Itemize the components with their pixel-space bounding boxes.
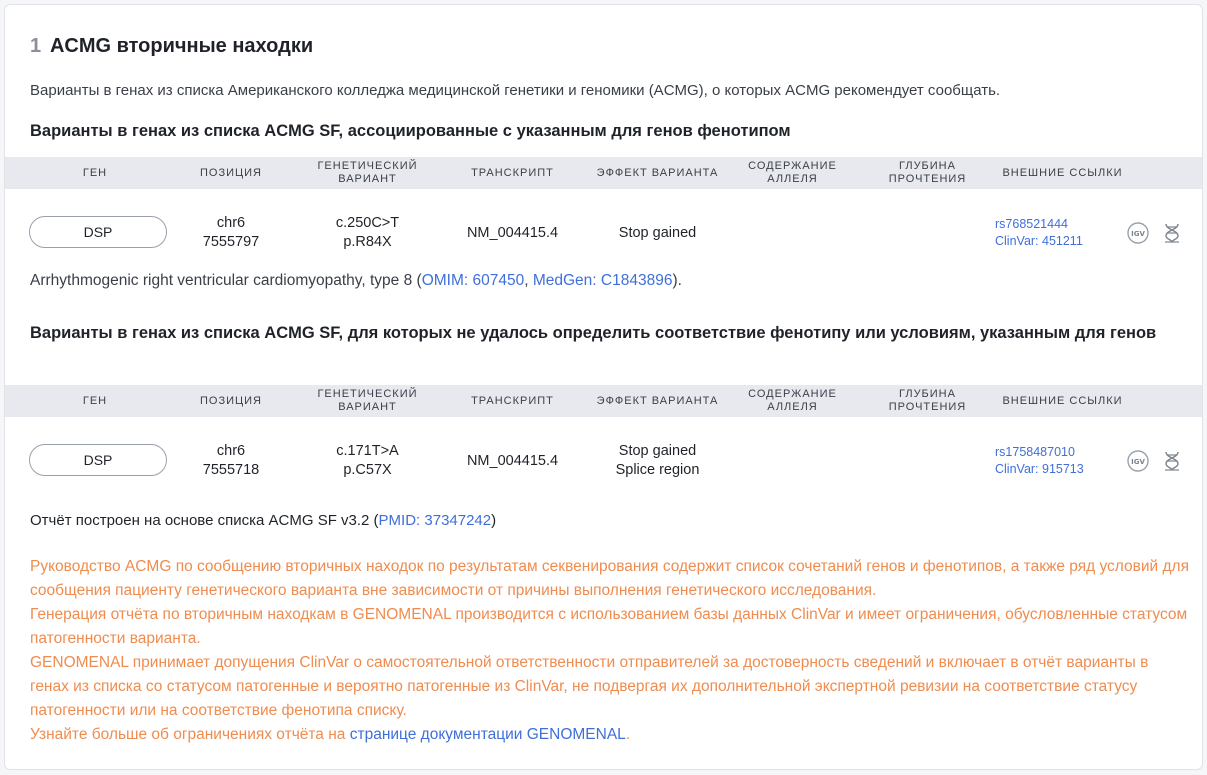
rs-link[interactable]: rs1758487010 bbox=[995, 444, 1084, 461]
report-source: Отчёт построен на основе списка ACMG SF … bbox=[30, 512, 496, 529]
section-title-text: ACMG вторичные находки bbox=[49, 35, 314, 57]
col-depth: ГЛУБИНА ПРОЧТЕНИЯ bbox=[888, 388, 967, 413]
col-gene: ГЕН bbox=[82, 394, 108, 407]
transcript-cell: NM_004415.4 bbox=[466, 452, 559, 469]
effect-2: Splice region bbox=[615, 462, 700, 478]
external-links: rs768521444 ClinVar: 451211 bbox=[995, 216, 1083, 250]
table1-heading: Варианты в генах из списка ACMG SF, ассо… bbox=[30, 122, 791, 140]
table2-header: ГЕН ПОЗИЦИЯ ГЕНЕТИЧЕСКИЙ ВАРИАНТ ТРАНСКР… bbox=[5, 385, 1202, 417]
position-chr: chr6 bbox=[216, 443, 246, 459]
variant-cell: c.171T>A p.C57X bbox=[305, 431, 430, 491]
variant-p: p.C57X bbox=[343, 462, 392, 478]
variant-c: c.171T>A bbox=[336, 443, 399, 459]
svg-text:IGV: IGV bbox=[1131, 458, 1145, 466]
col-links: ВНЕШНИЕ ССЫЛКИ bbox=[1002, 166, 1123, 179]
variant-p: p.R84X bbox=[343, 234, 392, 250]
col-links: ВНЕШНИЕ ССЫЛКИ bbox=[1002, 394, 1123, 407]
col-transcript: ТРАНСКРИПТ bbox=[471, 166, 554, 179]
position-chr: chr6 bbox=[216, 215, 246, 231]
col-effect: ЭФФЕКТ ВАРИАНТА bbox=[596, 394, 719, 407]
svg-text:IGV: IGV bbox=[1131, 230, 1145, 238]
position-cell: chr6 7555797 bbox=[181, 203, 281, 263]
note-paragraph: GENOMENAL принимает допущения ClinVar о … bbox=[30, 654, 1149, 719]
transcript-cell: NM_004415.4 bbox=[466, 224, 559, 241]
phenotype-end: ). bbox=[672, 272, 682, 289]
note-docs-end: . bbox=[625, 726, 631, 743]
col-allele: СОДЕРЖАНИЕ АЛЛЕЛЯ bbox=[748, 388, 837, 413]
position-cell: chr6 7555718 bbox=[181, 431, 281, 491]
medgen-link[interactable]: MedGen: C1843896 bbox=[533, 272, 673, 289]
position-pos: 7555718 bbox=[202, 462, 260, 478]
report-source-end: ) bbox=[491, 512, 497, 529]
col-variant: ГЕНЕТИЧЕСКИЙ ВАРИАНТ bbox=[317, 160, 418, 185]
table1-row: DSP chr6 7555797 c.250C>T p.R84X NM_0044… bbox=[5, 203, 1202, 263]
disclaimer-notes: Руководство ACMG по сообщению вторичных … bbox=[30, 555, 1190, 747]
pmid-link[interactable]: PMID: 37347242 bbox=[379, 512, 492, 529]
omim-link[interactable]: OMIM: 607450 bbox=[422, 272, 525, 289]
clinvar-link[interactable]: ClinVar: 451211 bbox=[995, 233, 1083, 250]
gene-button[interactable]: DSP bbox=[29, 444, 167, 476]
docs-link[interactable]: странице документации GENOMENAL bbox=[350, 726, 626, 743]
phenotype-line: Arrhythmogenic right ventricular cardiom… bbox=[30, 272, 682, 290]
effect-cell: Stop gained bbox=[585, 203, 730, 263]
col-depth: ГЛУБИНА ПРОЧТЕНИЯ bbox=[888, 160, 967, 185]
col-position: ПОЗИЦИЯ bbox=[200, 166, 262, 179]
gene-button[interactable]: DSP bbox=[29, 216, 167, 248]
phenotype-text: Arrhythmogenic right ventricular cardiom… bbox=[30, 272, 422, 289]
phenotype-sep: , bbox=[524, 272, 533, 289]
note-paragraph: Узнайте больше об ограничениях отчёта на… bbox=[30, 723, 1190, 747]
variant-c: c.250C>T bbox=[335, 215, 400, 231]
col-variant: ГЕНЕТИЧЕСКИЙ ВАРИАНТ bbox=[317, 388, 418, 413]
variant-cell: c.250C>T p.R84X bbox=[305, 203, 430, 263]
table2-heading: Варианты в генах из списка ACMG SF, для … bbox=[30, 324, 1157, 342]
col-transcript: ТРАНСКРИПТ bbox=[471, 394, 554, 407]
note-paragraph: Генерация отчёта по вторичным находкам в… bbox=[30, 606, 1188, 647]
note-paragraph: Руководство ACMG по сообщению вторичных … bbox=[30, 558, 1189, 599]
effect-1: Stop gained bbox=[618, 443, 697, 459]
report-source-text: Отчёт построен на основе списка ACMG SF … bbox=[30, 512, 379, 529]
rs-link[interactable]: rs768521444 bbox=[995, 216, 1083, 233]
section-title: 1 ACMG вторичные находки bbox=[30, 35, 313, 58]
col-effect: ЭФФЕКТ ВАРИАНТА bbox=[596, 166, 719, 179]
col-allele: СОДЕРЖАНИЕ АЛЛЕЛЯ bbox=[748, 160, 837, 185]
position-pos: 7555797 bbox=[202, 234, 260, 250]
table1-header: ГЕН ПОЗИЦИЯ ГЕНЕТИЧЕСКИЙ ВАРИАНТ ТРАНСКР… bbox=[5, 157, 1202, 189]
dna-icon[interactable] bbox=[1160, 449, 1184, 473]
igv-icon[interactable]: IGV bbox=[1126, 449, 1150, 473]
col-position: ПОЗИЦИЯ bbox=[200, 394, 262, 407]
dna-icon[interactable] bbox=[1160, 221, 1184, 245]
external-links: rs1758487010 ClinVar: 915713 bbox=[995, 444, 1084, 478]
col-gene: ГЕН bbox=[82, 166, 108, 179]
section-number: 1 bbox=[30, 35, 42, 57]
note-docs-text: Узнайте больше об ограничениях отчёта на bbox=[30, 726, 350, 743]
effect-cell: Stop gained Splice region bbox=[585, 431, 730, 491]
effect-1: Stop gained bbox=[618, 224, 697, 241]
igv-icon[interactable]: IGV bbox=[1126, 221, 1150, 245]
clinvar-link[interactable]: ClinVar: 915713 bbox=[995, 461, 1084, 478]
acmg-card: 1 ACMG вторичные находки Варианты в гена… bbox=[4, 4, 1203, 770]
table2-row: DSP chr6 7555718 c.171T>A p.C57X NM_0044… bbox=[5, 431, 1202, 491]
section-intro: Варианты в генах из списка Американского… bbox=[30, 82, 1001, 99]
